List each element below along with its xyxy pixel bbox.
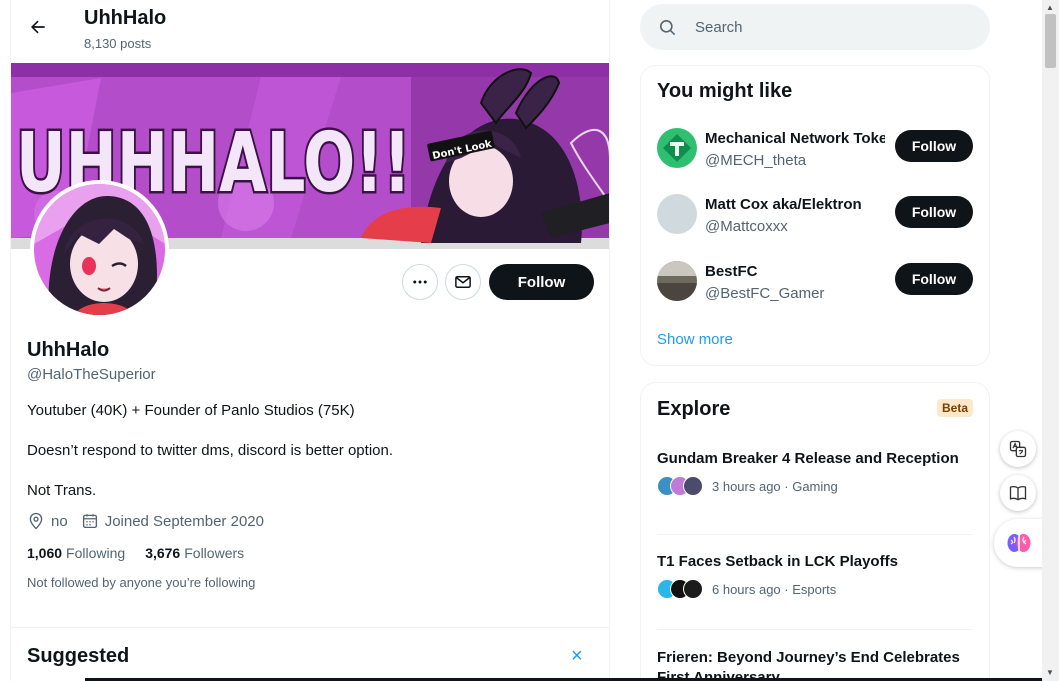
header-profile-name: UhhHalo (84, 7, 167, 29)
message-button[interactable] (445, 264, 481, 300)
trend-item[interactable]: Gundam Breaker 4 Release and Reception 3… (657, 449, 973, 496)
page-scrollbar[interactable]: ▲ ▼ (1042, 0, 1059, 681)
user-name[interactable]: BestFC (705, 263, 885, 280)
user-name[interactable]: Matt Cox aka/Elektron (705, 196, 885, 213)
user-handle: @MECH_theta (705, 152, 807, 169)
following-link[interactable]: 1,060 Following (27, 545, 125, 561)
who-to-follow-card: You might like Mechanical Network Toke @… (640, 65, 990, 366)
suggested-user[interactable]: BestFC @BestFC_Gamer Follow (657, 261, 975, 305)
search-icon (659, 19, 676, 35)
scroll-up-arrow[interactable]: ▲ (1046, 3, 1054, 12)
follow-button[interactable]: Follow (895, 196, 973, 228)
header-post-count: 8,130 posts (84, 36, 152, 51)
beta-badge: Beta (937, 399, 974, 417)
scroll-thumb[interactable] (1045, 14, 1056, 68)
location-text: no (51, 512, 68, 530)
brain-icon (1007, 534, 1031, 552)
profile-header-bar: UhhHalo 8,130 posts (11, 0, 609, 62)
search-bar[interactable] (640, 4, 990, 50)
arrow-left-icon (31, 20, 45, 34)
trend-title: Frieren: Beyond Journey’s End Celebrates… (657, 649, 960, 681)
more-icon (413, 280, 427, 284)
more-options-button[interactable] (402, 264, 438, 300)
profile-column: UhhHalo 8,130 posts UHHHALO!! Don't Look (10, 0, 610, 681)
profile-handle: @HaloTheSuperior (27, 366, 156, 383)
follow-button[interactable]: Follow (895, 130, 973, 162)
back-button[interactable] (23, 12, 53, 42)
reader-button[interactable] (1000, 475, 1036, 511)
suggested-title: Suggested (27, 645, 130, 667)
avatar[interactable] (657, 261, 697, 301)
not-followed-note: Not followed by anyone you’re following (27, 575, 256, 590)
trend-avatars (657, 476, 703, 496)
mail-icon (455, 276, 471, 288)
who-to-follow-title: You might like (657, 80, 793, 102)
divider (657, 629, 973, 630)
search-input[interactable] (695, 18, 955, 36)
translate-icon (1009, 440, 1027, 458)
trend-item[interactable]: Frieren: Beyond Journey’s End Celebrates… (657, 648, 973, 681)
user-handle: @Mattcoxxx (705, 218, 788, 235)
explore-card: Explore Beta Gundam Breaker 4 Release an… (640, 382, 990, 681)
divider (11, 627, 609, 628)
trend-meta-text: 6 hours ago · Esports (712, 581, 837, 597)
suggested-user[interactable]: Mechanical Network Toke @MECH_theta Foll… (657, 128, 975, 172)
profile-meta: no Joined September 2020 (27, 512, 277, 530)
show-more-link[interactable]: Show more (657, 331, 733, 348)
bio-line: Doesn’t respond to twitter dms, discord … (27, 442, 394, 459)
reader-icon (1009, 485, 1027, 501)
trend-avatars (657, 579, 703, 599)
bio-line: Not Trans. (27, 482, 97, 499)
trend-title: Gundam Breaker 4 Release and Reception (657, 450, 959, 467)
trend-title: T1 Faces Setback in LCK Playoffs (657, 553, 898, 570)
follow-button[interactable]: Follow (489, 264, 594, 300)
profile-joined: Joined September 2020 (81, 512, 264, 530)
profile-location: no (27, 512, 68, 530)
close-icon[interactable]: × (571, 645, 583, 668)
divider (657, 534, 973, 535)
joined-text: Joined September 2020 (104, 512, 264, 530)
explore-title: Explore (657, 398, 731, 420)
avatar[interactable] (657, 128, 697, 168)
profile-display-name: UhhHalo (27, 339, 110, 361)
trend-meta: 6 hours ago · Esports (657, 579, 973, 599)
user-handle: @BestFC_Gamer (705, 285, 825, 302)
avatar[interactable] (657, 194, 697, 234)
follow-stats: 1,060 Following 3,676 Followers (27, 545, 264, 561)
user-name[interactable]: Mechanical Network Toke (705, 130, 885, 147)
follow-button[interactable]: Follow (895, 263, 973, 295)
suggested-user[interactable]: Matt Cox aka/Elektron @Mattcoxxx Follow (657, 194, 975, 238)
bio-line: Youtuber (40K) + Founder of Panlo Studio… (27, 402, 355, 419)
trend-meta: 3 hours ago · Gaming (657, 476, 973, 496)
followers-link[interactable]: 3,676 Followers (145, 545, 244, 561)
location-icon (29, 512, 43, 530)
translate-button[interactable] (1000, 431, 1036, 467)
trend-item[interactable]: T1 Faces Setback in LCK Playoffs 6 hours… (657, 552, 973, 599)
profile-avatar[interactable] (30, 180, 169, 319)
trend-meta-text: 3 hours ago · Gaming (712, 478, 838, 494)
scroll-down-arrow[interactable]: ▼ (1046, 668, 1054, 677)
calendar-icon (82, 514, 97, 529)
